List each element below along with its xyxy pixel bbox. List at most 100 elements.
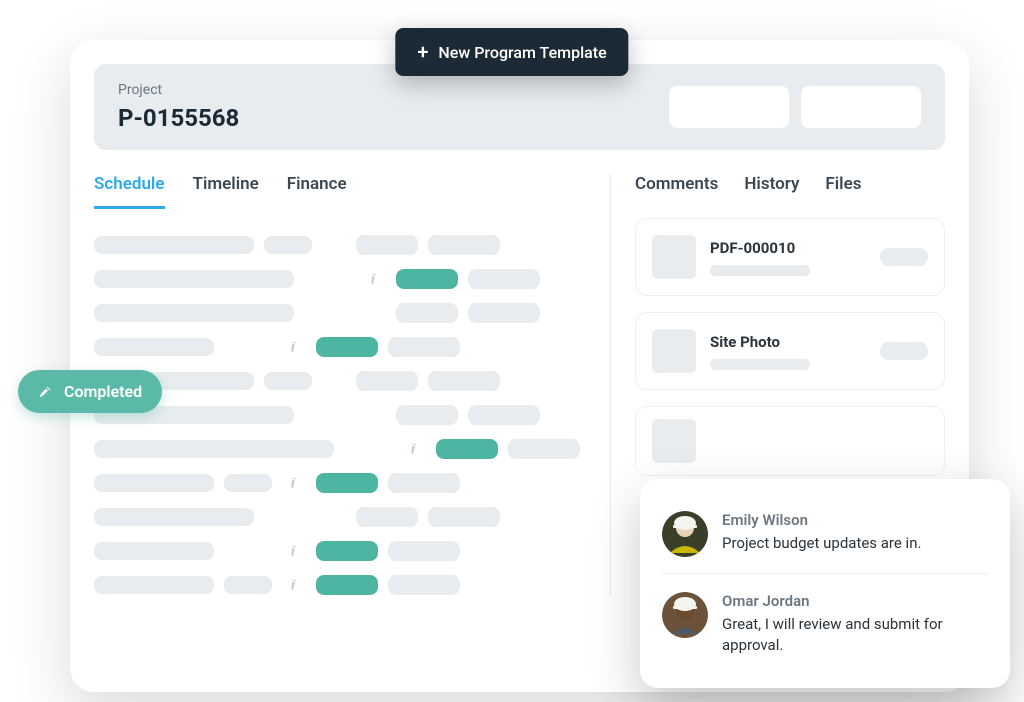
file-title: Site Photo	[710, 333, 866, 351]
completed-badge: Completed	[18, 370, 162, 413]
completed-badge-label: Completed	[64, 382, 142, 401]
comment-author: Omar Jordan	[722, 592, 988, 610]
pin-column	[282, 338, 306, 357]
schedule-name-placeholder	[94, 338, 214, 356]
status-pill	[316, 473, 378, 493]
status-pill	[436, 439, 498, 459]
schedule-end-placeholder	[428, 235, 500, 255]
pin-icon	[407, 440, 421, 459]
schedule-row	[94, 405, 590, 425]
pin-column	[282, 474, 306, 493]
avatar	[662, 592, 708, 638]
schedule-name-placeholder	[94, 440, 334, 458]
status-pill	[396, 405, 458, 425]
schedule-col2-placeholder	[264, 236, 312, 254]
pin-icon	[287, 474, 301, 493]
file-thumb-icon	[652, 235, 696, 279]
schedule-row	[94, 473, 590, 493]
left-pane: Schedule Timeline Finance	[94, 174, 610, 595]
header-action-placeholder[interactable]	[669, 86, 789, 128]
file-card[interactable]: PDF-000010	[635, 218, 945, 296]
schedule-row	[94, 371, 590, 391]
schedule-name-placeholder	[94, 304, 294, 322]
file-action-placeholder[interactable]	[880, 248, 928, 266]
project-header: Project P-0155568	[94, 64, 945, 150]
schedule-row	[94, 507, 590, 527]
schedule-row	[94, 269, 590, 289]
schedule-col2-placeholder	[224, 474, 272, 492]
file-title: PDF-000010	[710, 239, 866, 257]
header-actions	[669, 86, 921, 128]
tab-finance[interactable]: Finance	[287, 174, 347, 209]
schedule-end-placeholder	[468, 405, 540, 425]
file-card[interactable]: Site Photo	[635, 312, 945, 390]
status-pill	[316, 541, 378, 561]
schedule-row	[94, 439, 590, 459]
comment-body: Omar Jordan Great, I will review and sub…	[722, 592, 988, 656]
right-tabs: Comments History Files	[635, 174, 945, 194]
schedule-end-placeholder	[388, 337, 460, 357]
tab-comments[interactable]: Comments	[635, 174, 718, 194]
schedule-row	[94, 337, 590, 357]
new-program-template-button[interactable]: + New Program Template	[395, 28, 628, 76]
schedule-name-placeholder	[94, 474, 214, 492]
plus-icon: +	[417, 42, 428, 62]
status-pill	[356, 371, 418, 391]
schedule-list	[94, 235, 590, 595]
comment-author: Emily Wilson	[722, 511, 988, 529]
comment-body: Emily Wilson Project budget updates are …	[722, 511, 988, 557]
schedule-end-placeholder	[388, 541, 460, 561]
project-label: Project	[118, 82, 239, 98]
pin-icon	[287, 338, 301, 357]
pin-icon	[367, 270, 381, 289]
comments-popover: Emily Wilson Project budget updates are …	[640, 479, 1010, 688]
schedule-end-placeholder	[428, 507, 500, 527]
avatar	[662, 511, 708, 557]
comment-item: Omar Jordan Great, I will review and sub…	[662, 573, 988, 666]
schedule-end-placeholder	[388, 575, 460, 595]
header-action-placeholder[interactable]	[801, 86, 921, 128]
schedule-row	[94, 575, 590, 595]
project-id: P-0155568	[118, 104, 239, 132]
file-thumb-icon	[652, 329, 696, 373]
schedule-col2-placeholder	[224, 576, 272, 594]
pin-column	[402, 440, 426, 459]
file-meta-placeholder	[710, 265, 810, 276]
schedule-row	[94, 541, 590, 561]
file-body: PDF-000010	[710, 239, 866, 276]
schedule-end-placeholder	[428, 371, 500, 391]
new-program-template-label: New Program Template	[438, 43, 606, 62]
pin-icon	[287, 542, 301, 561]
file-meta-placeholder	[710, 359, 810, 370]
file-action-placeholder[interactable]	[880, 342, 928, 360]
schedule-col2-placeholder	[264, 372, 312, 390]
tab-history[interactable]: History	[744, 174, 799, 194]
tab-files[interactable]: Files	[825, 174, 861, 194]
tab-schedule[interactable]: Schedule	[94, 174, 165, 209]
comment-item: Emily Wilson Project budget updates are …	[662, 501, 988, 567]
schedule-name-placeholder	[94, 270, 294, 288]
file-card[interactable]	[635, 406, 945, 476]
status-pill	[316, 337, 378, 357]
schedule-end-placeholder	[508, 439, 580, 459]
comment-text: Great, I will review and submit for appr…	[722, 614, 988, 656]
pin-icon	[287, 576, 301, 595]
status-pill	[316, 575, 378, 595]
schedule-row	[94, 303, 590, 323]
file-thumb-icon	[652, 419, 696, 463]
tab-timeline[interactable]: Timeline	[193, 174, 259, 209]
schedule-end-placeholder	[388, 473, 460, 493]
status-pill	[396, 303, 458, 323]
schedule-end-placeholder	[468, 269, 540, 289]
pin-column	[282, 576, 306, 595]
schedule-end-placeholder	[468, 303, 540, 323]
file-body: Site Photo	[710, 333, 866, 370]
project-info: Project P-0155568	[118, 82, 239, 132]
comment-text: Project budget updates are in.	[722, 533, 988, 554]
left-tabs: Schedule Timeline Finance	[94, 174, 590, 209]
schedule-row	[94, 235, 590, 255]
status-pill	[396, 269, 458, 289]
pin-column	[362, 270, 386, 289]
status-pill	[356, 507, 418, 527]
pin-column	[282, 542, 306, 561]
